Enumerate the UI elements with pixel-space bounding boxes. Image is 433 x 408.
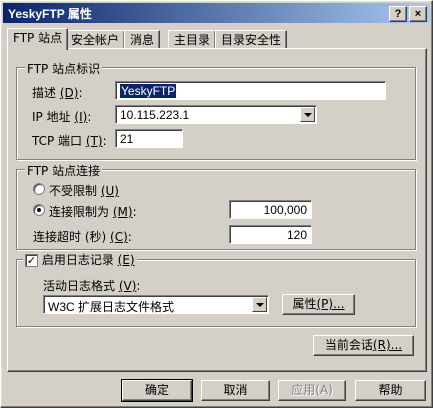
unlimited-label[interactable]: 不受限制 (U) <box>49 182 119 199</box>
chevron-down-icon[interactable] <box>252 297 267 312</box>
cancel-button[interactable]: 取消 <box>201 380 270 401</box>
ip-address-select[interactable]: 10.115.223.1 <box>115 105 317 124</box>
tcp-port-input[interactable]: 21 <box>115 129 183 148</box>
log-format-label: 活动日志格式 (V): <box>43 279 141 293</box>
logging-group: ✓ 启用日志记录 (E) 活动日志格式 (V): W3C 扩展日志文件格式 属性… <box>16 251 416 327</box>
apply-button[interactable]: 应用(A) <box>278 380 346 401</box>
tab-security-accounts[interactable]: 安全帐户 <box>65 30 126 49</box>
site-connection-group: FTP 站点连接 不受限制 (U) 连接限制为 (M): 100,000 连接超… <box>16 162 416 250</box>
tab-panel: FTP 站点标识 描述 (D): YeskyFTP IP 地址 (I): 10.… <box>7 48 427 372</box>
description-input[interactable]: YeskyFTP <box>115 81 386 100</box>
log-properties-button[interactable]: 属性(P)... <box>282 294 355 315</box>
tab-directory-security[interactable]: 目录安全性 <box>215 30 288 49</box>
limited-radio[interactable] <box>33 204 45 216</box>
description-label: 描述 (D): <box>32 86 83 100</box>
tab-home-directory[interactable]: 主目录 <box>168 30 217 49</box>
log-format-select[interactable]: W3C 扩展日志文件格式 <box>43 295 269 314</box>
window-title: YeskyFTP 属性 <box>8 7 92 21</box>
timeout-input[interactable]: 120 <box>229 225 312 244</box>
tab-ftp-site[interactable]: FTP 站点 <box>7 28 69 50</box>
connection-limit-input[interactable]: 100,000 <box>229 200 312 219</box>
tcp-port-label: TCP 端口 (T): <box>32 134 107 148</box>
help-dialog-button[interactable]: 帮助 <box>355 380 426 401</box>
group-legend: FTP 站点连接 <box>25 162 103 179</box>
tab-messages[interactable]: 消息 <box>124 30 161 49</box>
ok-button[interactable]: 确定 <box>121 379 193 402</box>
properties-dialog: YeskyFTP 属性 ? × FTP 站点 安全帐户 消息 主目录 目录安全性… <box>0 0 433 408</box>
ip-address-label: IP 地址 (I): <box>32 110 92 124</box>
enable-logging-toggle[interactable]: ✓ 启用日志记录 (E) <box>23 251 137 268</box>
checkmark-icon[interactable]: ✓ <box>25 254 38 267</box>
site-identification-group: FTP 站点标识 描述 (D): YeskyFTP IP 地址 (I): 10.… <box>16 60 416 160</box>
limited-label[interactable]: 连接限制为 (M): <box>49 203 137 220</box>
timeout-label: 连接超时 (秒) (C): <box>33 230 132 244</box>
help-button[interactable]: ? <box>389 6 407 22</box>
unlimited-radio[interactable] <box>33 183 45 195</box>
group-legend: FTP 站点标识 <box>25 60 103 77</box>
chevron-down-icon[interactable] <box>300 107 315 122</box>
current-sessions-button[interactable]: 当前会话(R)... <box>313 335 414 356</box>
title-bar[interactable]: YeskyFTP 属性 ? × <box>3 3 430 23</box>
close-button[interactable]: × <box>409 6 427 22</box>
